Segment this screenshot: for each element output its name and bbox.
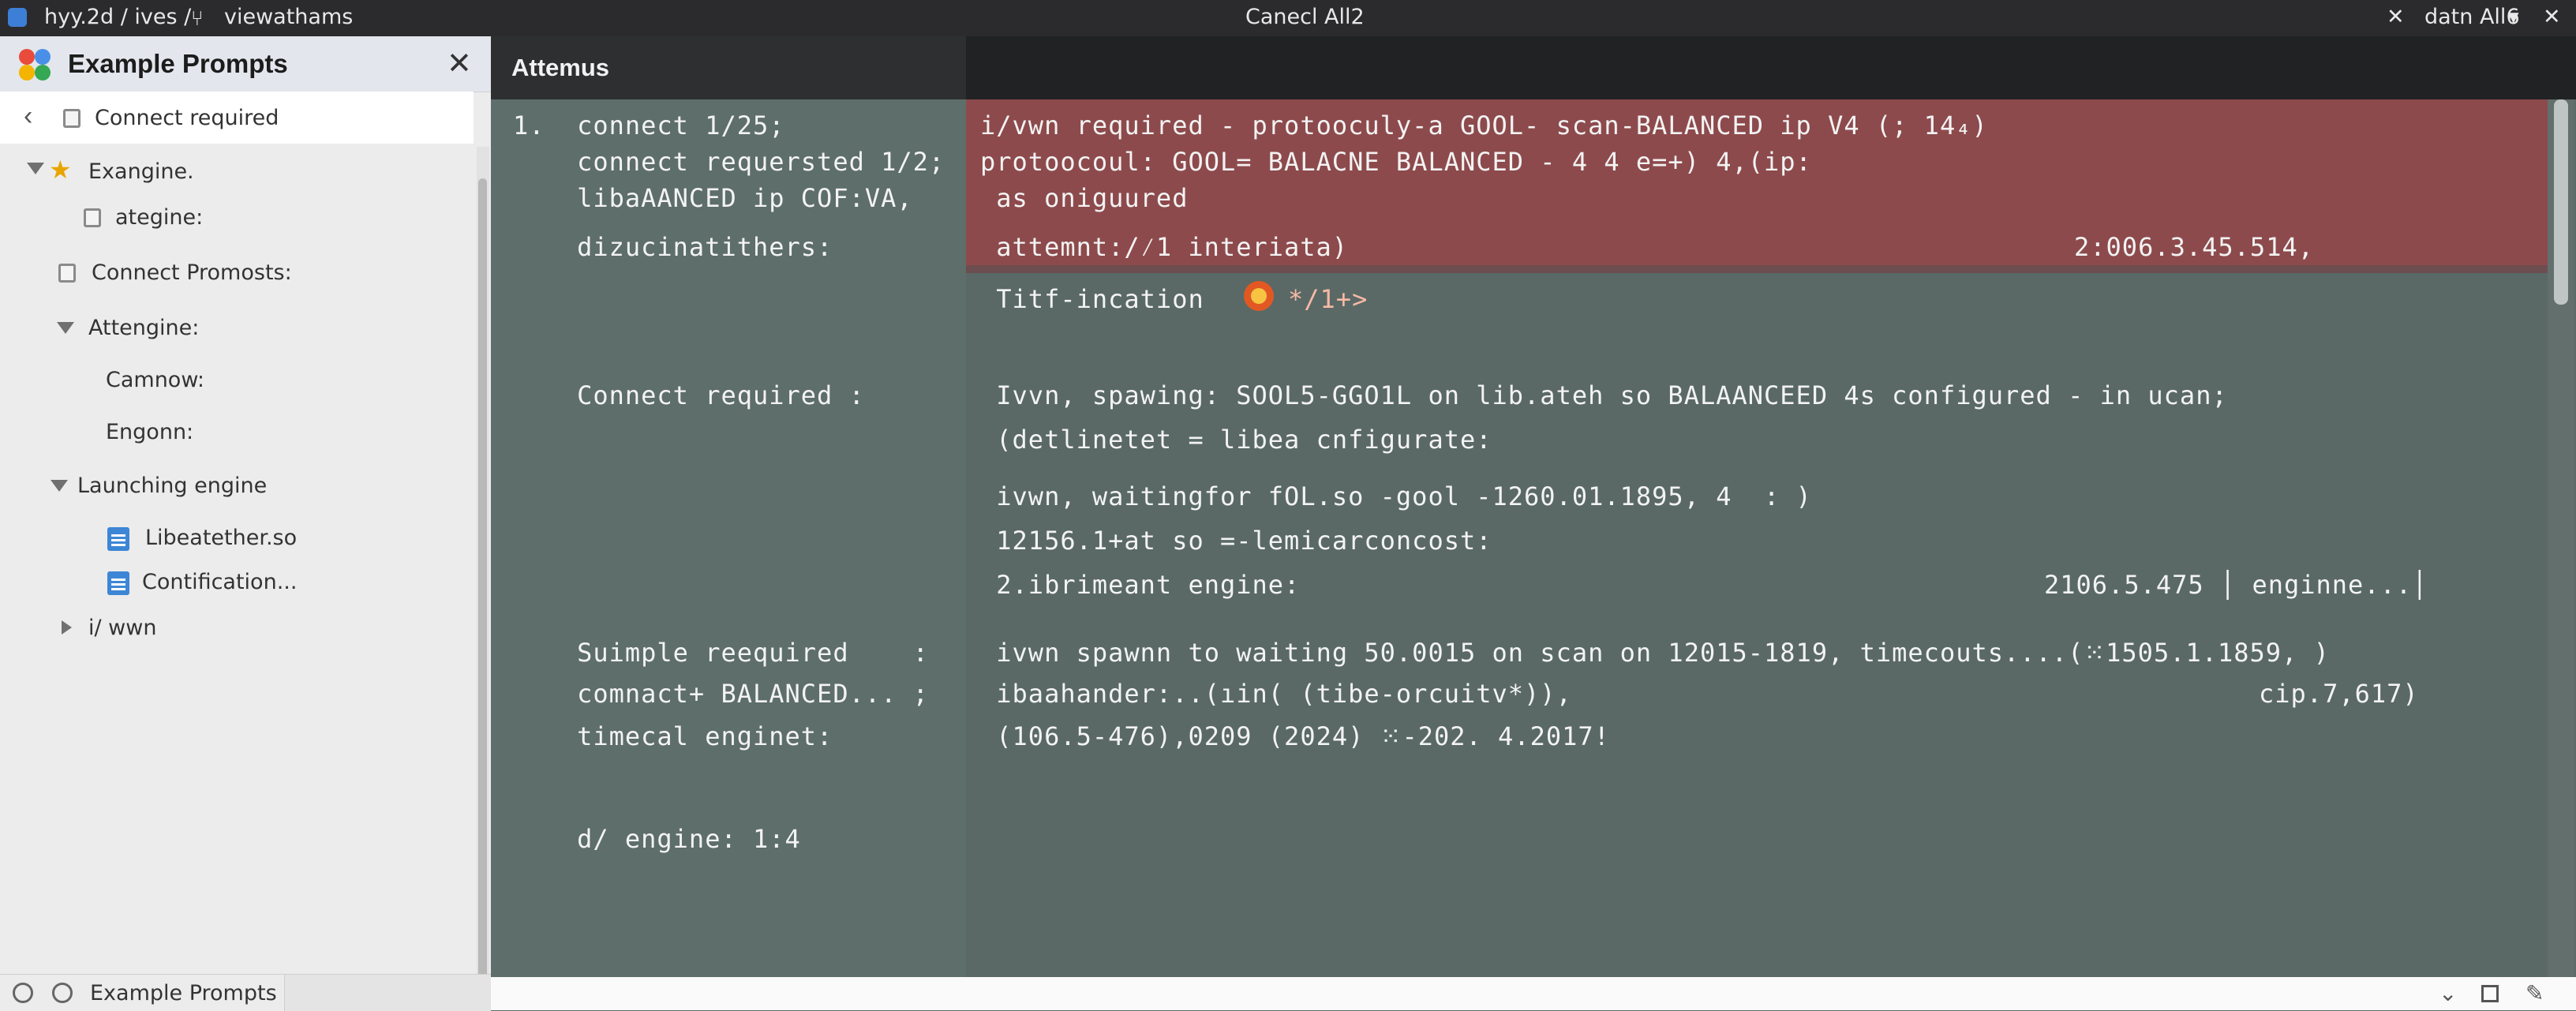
chevron-down-icon[interactable]: ⌄	[2439, 980, 2457, 1006]
sidebar-title: Example Prompts	[68, 49, 288, 78]
chevron-down-icon[interactable]	[27, 163, 44, 174]
code-line: 2.ibrimeant engine:	[980, 570, 1301, 600]
code-line: 1. connect 1/25;	[513, 110, 785, 140]
page-icon	[63, 109, 80, 128]
history-icon[interactable]	[52, 983, 73, 1003]
code-line: dizucinatithers:	[513, 232, 833, 262]
code-line: as oniguured	[980, 183, 1189, 213]
code-line: protoocoul: GOOL= BALACNE BALANCED - 4 4…	[980, 147, 1812, 177]
code-line: cip.7,617)	[2259, 679, 2419, 709]
editor-pane[interactable]: 1. connect 1/25; connect requersted 1/2;…	[491, 99, 2557, 977]
warning-emoji-icon	[1244, 281, 1274, 311]
chevron-left-icon[interactable]: ‹	[24, 101, 32, 132]
status-bar: ⌄ ✎	[491, 977, 2576, 1010]
star-icon: ★	[49, 155, 72, 184]
page-icon	[84, 208, 101, 227]
editor-scrollbar[interactable]	[2548, 99, 2574, 977]
code-line: comnact+ BALANCED... ;	[513, 679, 929, 709]
sidebar: Example Prompts ✕ ‹ Connect required ★ E…	[0, 36, 491, 1011]
tree-item-connect-prompts[interactable]: Connect Promosts:	[92, 260, 292, 285]
sidebar-scrollbar[interactable]	[477, 147, 489, 1010]
sidebar-back-row[interactable]: ‹ Connect required	[0, 92, 474, 144]
footer-tab[interactable]: Example Prompts	[0, 975, 285, 1011]
chevron-right-icon[interactable]	[62, 620, 72, 635]
chevron-down-icon[interactable]: ▾	[2508, 5, 2519, 29]
tree-item-libeatether[interactable]: Libeatether.so	[145, 526, 297, 550]
code-line: 2:006.3.45.514,	[2074, 232, 2314, 262]
pin-icon[interactable]: ✎	[2525, 980, 2544, 1006]
page-icon	[58, 264, 76, 283]
sidebar-header: Example Prompts ✕	[0, 36, 491, 92]
code-line: Titf-incation	[980, 284, 1204, 314]
back-link[interactable]: Connect required	[95, 106, 279, 130]
file-icon	[107, 571, 129, 595]
code-line: d/ engine: 1:4	[513, 824, 801, 854]
circle-icon[interactable]	[13, 983, 33, 1003]
code-line: timecal enginet:	[513, 721, 833, 751]
scrollbar-thumb[interactable]	[478, 178, 487, 991]
tree-item-engonn[interactable]: Engonn:	[106, 420, 193, 444]
editor-header-right	[966, 36, 2576, 99]
code-line: (detlinetet = libea cnfigurate:	[980, 425, 1492, 455]
tree-item-iwwn[interactable]: i/ wwn	[88, 616, 156, 640]
code-line: 12156.1+at so =-lemicarconcost:	[980, 526, 1492, 556]
code-line: */1+>	[1288, 284, 1368, 314]
restore-icon[interactable]	[2481, 985, 2499, 1002]
tree-item-launching-engine[interactable]: Launching engine	[77, 474, 267, 498]
code-line: Suimple reequired :	[513, 638, 929, 668]
code-line: Connect required :	[513, 380, 865, 410]
editor-header: Attemus	[491, 36, 2576, 99]
chevron-down-icon[interactable]	[57, 322, 74, 334]
tree-item-contification[interactable]: Contification...	[142, 570, 297, 594]
breadcrumb-view[interactable]: viewathams	[224, 5, 353, 29]
code-line: attemnt:/⁄1 interiata)	[980, 232, 1349, 262]
close-icon[interactable]: ✕	[2387, 5, 2405, 29]
footer-tab-label[interactable]: Example Prompts	[90, 981, 277, 1005]
file-icon	[107, 527, 129, 551]
app-logo-icon	[8, 8, 27, 27]
code-line: ivwn spawnn to waiting 50.0015 on scan o…	[980, 638, 2330, 668]
sidebar-footer: Example Prompts	[0, 974, 491, 1011]
highlight-band-edge	[966, 265, 2557, 273]
window-title: Canecl All2	[1245, 5, 1365, 29]
prompts-logo-icon	[17, 47, 52, 82]
chevron-down-icon[interactable]	[51, 480, 68, 492]
tree-item-ategine[interactable]: ategine:	[115, 205, 203, 230]
code-line: ibaahander:..(ıin( (tibe-orcuitv*)),	[980, 679, 1572, 709]
tree-item-exangine[interactable]: Exangine.	[88, 159, 194, 184]
code-line: 2106.5.475 │ enginne...│	[2044, 570, 2428, 600]
code-line: i/vwn required - protooculy-a GOOL- scan…	[980, 110, 1988, 140]
window-close-icon[interactable]: ✕	[2543, 5, 2561, 29]
tree-item-camnow[interactable]: Camnow:	[106, 368, 204, 392]
tree-item-attengine[interactable]: Attengine:	[88, 316, 199, 340]
breadcrumb-path[interactable]: hyy.2d / ives /	[44, 5, 191, 29]
code-line: (106.5-476),0209 (2024) ⁙-202. 4.2017!	[980, 721, 1610, 751]
code-line: Ivvn, spawing: SOOL5-GGO1L on lib.ateh s…	[980, 380, 2228, 410]
scrollbar-thumb[interactable]	[2554, 99, 2568, 305]
code-line: libaAANCED ip COF:VA,	[513, 183, 913, 213]
window-titlebar: hyy.2d / ives / ⑂ viewathams Canecl All2…	[0, 0, 2576, 36]
editor-title: Attemus	[511, 54, 610, 81]
branch-icon: ⑂	[191, 6, 204, 30]
account-menu[interactable]: datn All6	[2424, 5, 2520, 29]
code-line: connect requersted 1/2;	[513, 147, 945, 177]
code-line: ivwn, waitingfor fOL.so -gool -1260.01.1…	[980, 481, 1812, 511]
close-icon[interactable]: ✕	[447, 46, 472, 81]
